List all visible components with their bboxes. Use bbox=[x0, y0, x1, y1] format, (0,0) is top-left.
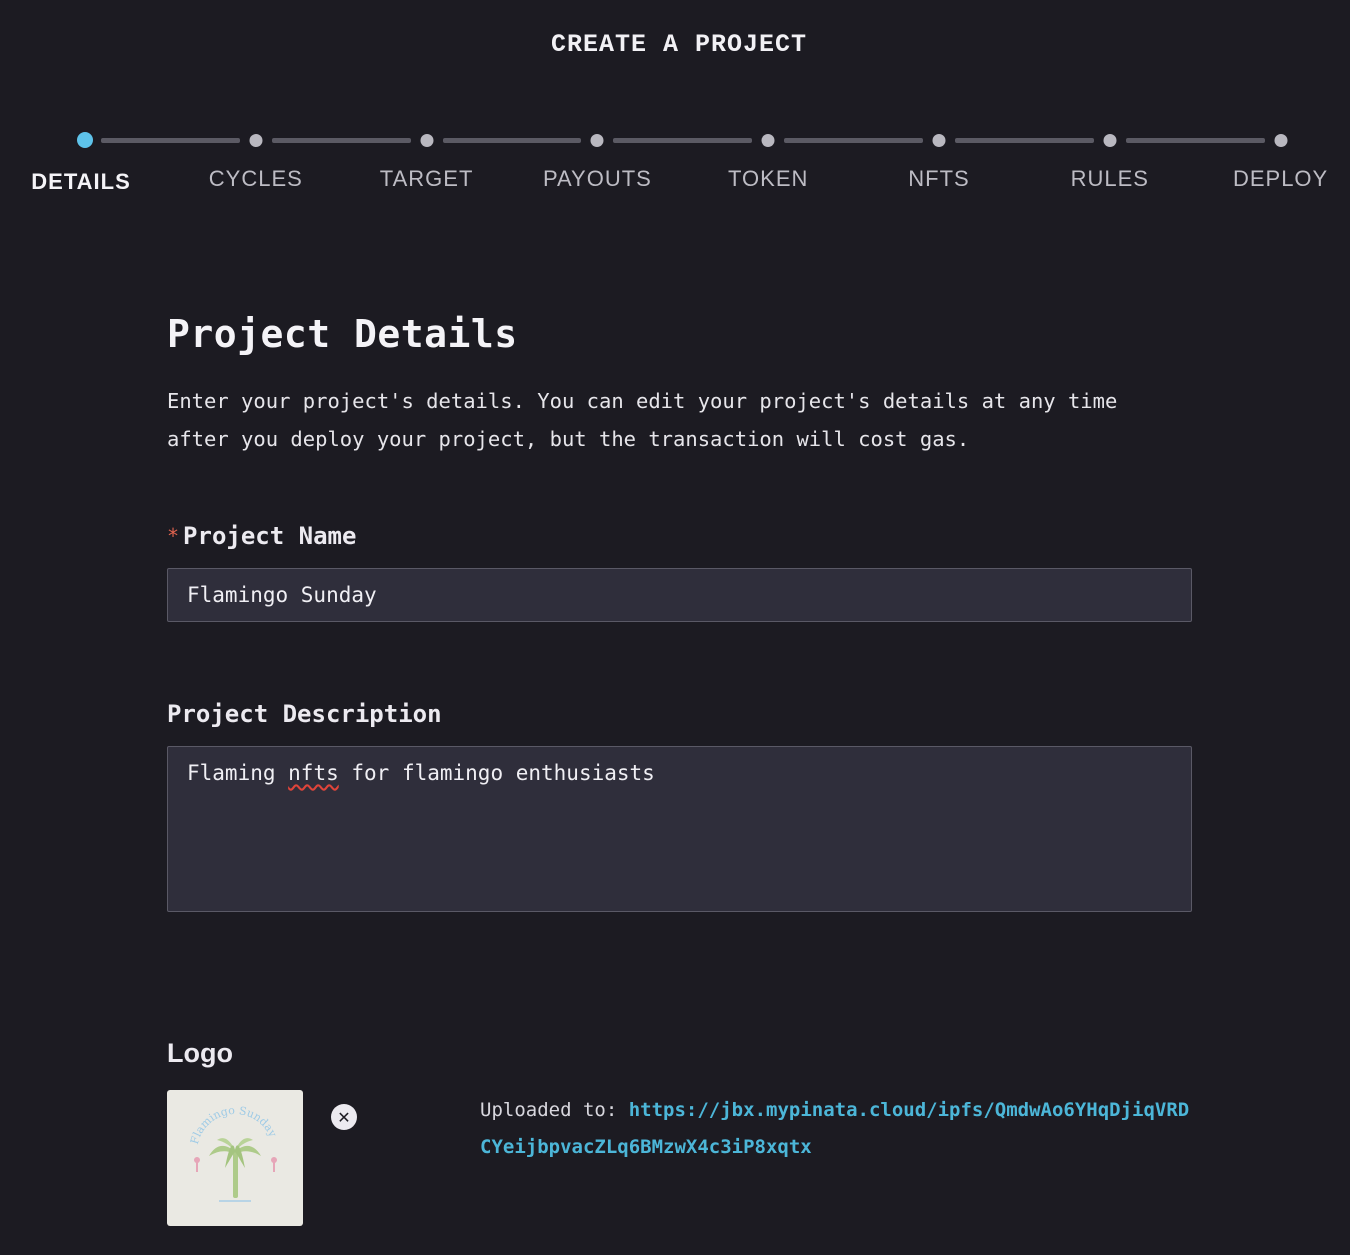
page-title: CREATE A PROJECT bbox=[550, 30, 808, 59]
step-token[interactable]: TOKEN bbox=[728, 166, 808, 192]
uploaded-prefix: Uploaded to: bbox=[480, 1099, 618, 1121]
project-details-section: Project Details Enter your project's det… bbox=[167, 312, 1192, 912]
step-connector bbox=[271, 138, 411, 143]
logo-label: Logo bbox=[167, 1038, 233, 1068]
step-dot-target[interactable] bbox=[420, 134, 434, 147]
project-description-field: Project Description Flaming nfts for fla… bbox=[167, 700, 1192, 912]
description-text: Flaming bbox=[187, 761, 289, 785]
step-dot-deploy[interactable] bbox=[1274, 134, 1288, 147]
project-name-label: * Project Name bbox=[167, 522, 1192, 550]
step-nfts[interactable]: NFTS bbox=[908, 166, 969, 192]
step-connector bbox=[1125, 138, 1265, 143]
required-asterisk-icon: * bbox=[167, 524, 180, 548]
step-cycles[interactable]: CYCLES bbox=[209, 166, 303, 192]
upload-info: Uploaded to: https://jbx.mypinata.cloud/… bbox=[480, 1092, 1200, 1166]
misspelled-word: nfts bbox=[288, 761, 339, 785]
project-name-label-text: Project Name bbox=[183, 522, 357, 550]
remove-logo-button[interactable]: ✕ bbox=[331, 1104, 357, 1130]
step-dot-details[interactable] bbox=[77, 132, 93, 148]
step-rules[interactable]: RULES bbox=[1071, 166, 1149, 192]
step-dot-nfts[interactable] bbox=[932, 134, 946, 147]
step-connector bbox=[784, 138, 923, 143]
step-dot-payouts[interactable] bbox=[590, 134, 604, 147]
step-target[interactable]: TARGET bbox=[380, 166, 474, 192]
project-name-value: Flamingo Sunday bbox=[187, 583, 377, 607]
section-intro: Enter your project's details. You can ed… bbox=[167, 389, 1118, 451]
step-dot-cycles[interactable] bbox=[249, 134, 263, 147]
palm-tree-logo-icon: Flamingo Sunday bbox=[188, 1104, 280, 1202]
section-title: Project Details bbox=[167, 312, 518, 356]
step-details[interactable]: DETAILS bbox=[31, 169, 130, 195]
project-name-field: * Project Name Flamingo Sunday bbox=[167, 522, 1192, 622]
step-connector bbox=[101, 138, 240, 143]
step-payouts[interactable]: PAYOUTS bbox=[543, 166, 652, 192]
svg-text:Flamingo Sunday: Flamingo Sunday bbox=[188, 1104, 280, 1146]
project-description-label: Project Description bbox=[167, 700, 442, 728]
step-deploy[interactable]: DEPLOY bbox=[1233, 166, 1328, 192]
description-text: for flamingo enthusiasts bbox=[338, 761, 655, 785]
step-dot-rules[interactable] bbox=[1103, 134, 1117, 147]
project-description-input[interactable]: Flaming nfts for flamingo enthusiasts bbox=[167, 746, 1192, 912]
close-icon: ✕ bbox=[337, 1107, 351, 1127]
project-name-input[interactable]: Flamingo Sunday bbox=[167, 568, 1192, 622]
logo-preview: Flamingo Sunday bbox=[167, 1090, 303, 1226]
step-dot-token[interactable] bbox=[761, 134, 775, 147]
step-connector bbox=[955, 138, 1094, 143]
step-progress: DETAILS CYCLES TARGET PAYOUTS TOKEN NFTS RULES… bbox=[0, 130, 1350, 210]
step-connector bbox=[442, 138, 582, 143]
step-connector bbox=[613, 138, 753, 143]
